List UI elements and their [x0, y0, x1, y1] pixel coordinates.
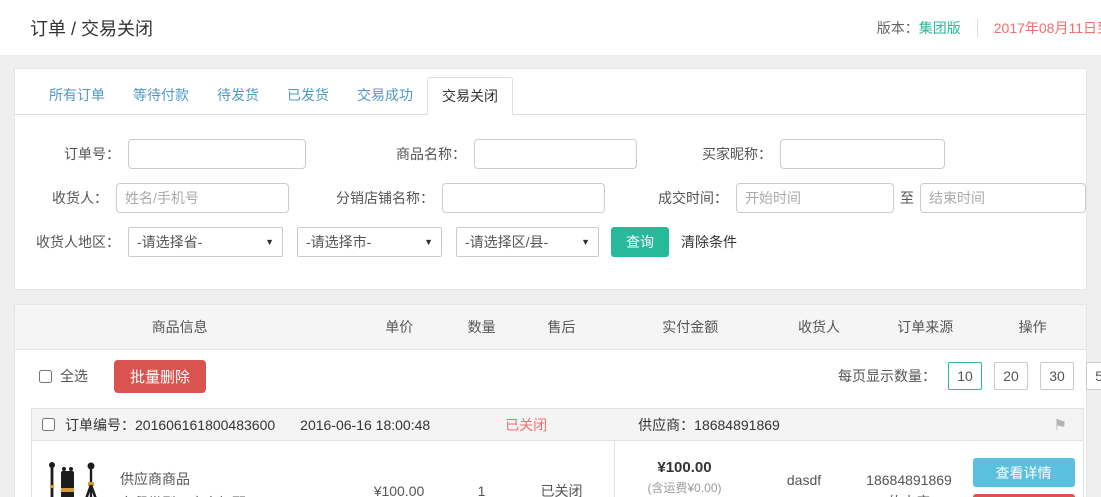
main-content: 所有订单 等待付款 待发货 已发货 交易成功 交易关闭 订单号： 商品名称： 买…	[0, 56, 1101, 497]
col-paid-amount: 实付金额	[614, 317, 767, 337]
order-no-input[interactable]	[128, 139, 306, 169]
operation-cell: 查看详情 删除订单	[964, 441, 1083, 497]
to-text: 至	[900, 188, 914, 208]
flag-icon[interactable]: ⚑	[1054, 416, 1067, 434]
header-divider	[977, 19, 978, 37]
buyer-nick-input[interactable]	[780, 139, 945, 169]
order-status-tabs: 所有订单 等待付款 待发货 已发货 交易成功 交易关闭	[15, 69, 1086, 115]
page-size-10[interactable]: 10	[948, 362, 982, 390]
search-row-2: 收货人： 分销店铺名称： 成交时间： 至	[15, 183, 1086, 213]
search-form: 订单号： 商品名称： 买家昵称： 收货人： 分销店铺名称： 成交时间： 至 收货…	[15, 115, 1086, 289]
consignee-label: 收货人：	[15, 188, 108, 208]
order-group: 订单编号：201606161800483600 2016-06-16 18:00…	[31, 408, 1084, 497]
consignee-name: dasdf	[787, 469, 821, 491]
page-size-30[interactable]: 30	[1040, 362, 1074, 390]
order-number-label: 订单编号：	[65, 417, 135, 433]
order-created-time: 2016-06-16 18:00:48	[300, 417, 430, 433]
shipping-fee-note: (含运费¥0.00)	[647, 479, 721, 496]
product-name: 供应商商品	[120, 467, 246, 491]
consignee-input[interactable]	[116, 183, 289, 213]
consignee-phone: 18855854858	[761, 491, 847, 497]
unit-price-cell: ¥100.00	[344, 441, 454, 497]
product-spec: 套餐类型：官方标配	[120, 491, 246, 497]
paid-amount: ¥100.00	[657, 459, 711, 476]
district-select-value: -请选择区/县-	[465, 232, 548, 252]
shop-name-input[interactable]	[442, 183, 605, 213]
view-detail-button[interactable]: 查看详情	[973, 458, 1075, 487]
tab-pending-shipment[interactable]: 待发货	[203, 77, 273, 115]
order-number-value: 201606161800483600	[135, 417, 275, 433]
city-select[interactable]: -请选择市- ▼	[297, 227, 442, 257]
orders-table-panel: 商品信息 单价 数量 售后 实付金额 收货人 订单来源 操作 全选 批量删除 每…	[14, 304, 1087, 497]
page-size-label: 每页显示数量：	[838, 366, 936, 386]
order-status-badge: 已关闭	[505, 415, 547, 435]
batch-delete-button[interactable]: 批量删除	[114, 360, 206, 393]
page-title: 订单 / 交易关闭	[30, 15, 153, 41]
col-aftersale: 售后	[509, 317, 614, 337]
quantity-cell: 1	[454, 441, 509, 497]
header-meta: 版本： 集团版 2017年08月11日到	[877, 18, 1101, 38]
query-button[interactable]: 查询	[611, 227, 669, 257]
select-all-checkbox[interactable]	[39, 370, 52, 383]
top-header: 订单 / 交易关闭 版本： 集团版 2017年08月11日到	[0, 0, 1101, 56]
order-source-cell: 18684891869 的小店	[854, 441, 964, 497]
source-shop-line1: 18684891869	[866, 469, 952, 491]
deal-time-label: 成交时间：	[635, 188, 728, 208]
province-select[interactable]: -请选择省- ▼	[128, 227, 283, 257]
batch-actions-bar: 全选 批量删除 每页显示数量： 10 20 30 50	[15, 350, 1086, 402]
order-header-bar: 订单编号：201606161800483600 2016-06-16 18:00…	[31, 408, 1084, 441]
col-quantity: 数量	[454, 317, 509, 337]
search-panel: 所有订单 等待付款 待发货 已发货 交易成功 交易关闭 订单号： 商品名称： 买…	[14, 68, 1087, 290]
page-size-selector: 每页显示数量： 10 20 30 50	[838, 362, 1101, 390]
aftersale-cell: 已关闭	[509, 441, 614, 497]
tripod-product-image	[42, 458, 108, 497]
order-checkbox[interactable]	[42, 418, 55, 431]
order-supplier: 供应商：18684891869	[638, 415, 780, 435]
order-product-row: 供应商商品 套餐类型：官方标配 ¥100.00 1 已关闭 ¥100.00 (含…	[31, 441, 1084, 497]
supplier-label: 供应商：	[638, 417, 694, 433]
table-header-row: 商品信息 单价 数量 售后 实付金额 收货人 订单来源 操作	[15, 305, 1086, 350]
paid-amount-cell: ¥100.00 (含运费¥0.00) 线下支付	[614, 441, 754, 497]
tab-all-orders[interactable]: 所有订单	[35, 77, 119, 115]
district-select[interactable]: -请选择区/县- ▼	[456, 227, 599, 257]
chevron-down-icon: ▼	[424, 237, 433, 247]
product-text: 供应商商品 套餐类型：官方标配	[120, 467, 246, 497]
col-consignee: 收货人	[767, 317, 872, 337]
product-info-cell: 供应商商品 套餐类型：官方标配	[32, 441, 344, 497]
tab-transaction-success[interactable]: 交易成功	[343, 77, 427, 115]
product-name-input[interactable]	[474, 139, 637, 169]
search-row-3: 收货人地区： -请选择省- ▼ -请选择市- ▼ -请选择区/县- ▼ 查询 清…	[15, 227, 1086, 257]
version-label: 版本：	[877, 18, 919, 38]
expiry-date: 2017年08月11日到	[994, 18, 1101, 38]
end-time-input[interactable]	[920, 183, 1086, 213]
order-number: 订单编号：201606161800483600	[65, 415, 275, 435]
col-order-source: 订单来源	[871, 317, 979, 337]
col-operation: 操作	[979, 317, 1086, 337]
buyer-nick-label: 买家昵称：	[667, 144, 772, 164]
tab-awaiting-payment[interactable]: 等待付款	[119, 77, 203, 115]
city-select-value: -请选择市-	[306, 232, 371, 252]
shop-name-label: 分销店铺名称：	[319, 188, 434, 208]
product-name-label: 商品名称：	[336, 144, 466, 164]
select-all-label: 全选	[60, 366, 88, 386]
tab-shipped[interactable]: 已发货	[273, 77, 343, 115]
order-no-label: 订单号：	[15, 144, 120, 164]
tab-transaction-closed[interactable]: 交易关闭	[427, 77, 513, 115]
search-row-1: 订单号： 商品名称： 买家昵称：	[15, 139, 1086, 169]
chevron-down-icon: ▼	[581, 237, 590, 247]
col-product-info: 商品信息	[15, 317, 344, 337]
clear-conditions-link[interactable]: 清除条件	[681, 232, 737, 252]
page-size-20[interactable]: 20	[994, 362, 1028, 390]
start-time-input[interactable]	[736, 183, 894, 213]
page-size-50[interactable]: 50	[1086, 362, 1101, 390]
version-value-link[interactable]: 集团版	[919, 18, 961, 38]
consignee-cell: dasdf 18855854858	[754, 441, 854, 497]
province-select-value: -请选择省-	[137, 232, 202, 252]
region-label: 收货人地区：	[15, 232, 120, 252]
source-shop-line2: 的小店	[888, 491, 930, 497]
col-unit-price: 单价	[344, 317, 454, 337]
chevron-down-icon: ▼	[265, 237, 274, 247]
supplier-value: 18684891869	[694, 417, 780, 433]
